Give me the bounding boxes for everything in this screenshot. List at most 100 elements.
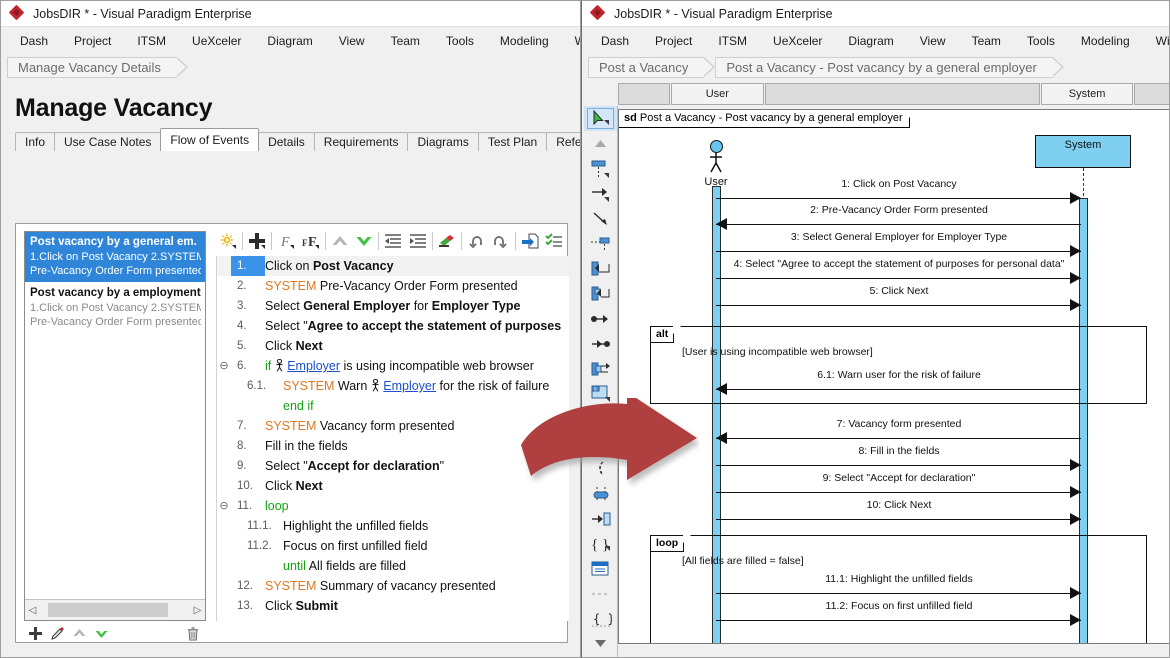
flow-row[interactable]: 3. Select General Employer for Employer T…	[217, 296, 569, 316]
column-header-middle[interactable]	[764, 83, 1041, 105]
flow-row[interactable]: ⊖ 6. if Employer is using incompatible web…	[217, 356, 569, 376]
menu-uexceler[interactable]: UeXceler	[760, 27, 835, 55]
message-line[interactable]	[716, 620, 1081, 621]
collapse-toggle-icon[interactable]: ⊖	[217, 496, 231, 516]
tab-requirements[interactable]: Requirements	[313, 132, 409, 151]
menu-view[interactable]: View	[326, 27, 378, 55]
flow-row[interactable]: 6.1. SYSTEM Warn Employer for the risk of…	[217, 376, 569, 396]
menu-dash[interactable]: Dash	[7, 27, 61, 55]
gate-icon[interactable]	[584, 506, 617, 531]
create-message-icon[interactable]	[584, 231, 617, 256]
move-down-icon[interactable]	[352, 229, 376, 253]
menu-itsm[interactable]: ITSM	[124, 27, 179, 55]
tab-references[interactable]: References	[546, 132, 580, 151]
flow-row[interactable]: 13. Click Submit	[217, 596, 569, 616]
found-message-icon[interactable]	[584, 256, 617, 281]
move-down-icon[interactable]	[90, 624, 112, 642]
frame-icon[interactable]: s	[584, 381, 617, 406]
list-item[interactable]: Post vacancy by a employment ager 1.Clic…	[25, 283, 205, 334]
checklist-icon[interactable]	[542, 229, 566, 253]
message-icon[interactable]	[584, 181, 617, 206]
flow-row[interactable]: 10. Click Next	[217, 476, 569, 496]
flow-row[interactable]: until All fields are filled	[217, 556, 569, 576]
message-line[interactable]	[716, 251, 1081, 252]
tab-diagrams[interactable]: Diagrams	[407, 132, 479, 151]
message-line[interactable]	[716, 465, 1081, 466]
actor-link[interactable]: Employer	[383, 379, 436, 393]
menu-modeling[interactable]: Modeling	[487, 27, 562, 55]
delete-icon[interactable]	[182, 624, 204, 642]
italic-icon[interactable]: F	[274, 229, 298, 253]
flow-row[interactable]: 11.2. Focus on first unfilled field	[217, 536, 569, 556]
highlight-icon[interactable]	[435, 229, 459, 253]
recursive-message-icon[interactable]	[584, 356, 617, 381]
font-size-icon[interactable]: FF	[299, 229, 323, 253]
redo-icon[interactable]	[488, 229, 512, 253]
outdent-icon[interactable]	[381, 229, 405, 253]
column-header-blank-left[interactable]	[618, 83, 670, 105]
insert-sub-icon[interactable]	[517, 229, 541, 253]
flow-row[interactable]: 9. Select "Accept for declaration"	[217, 456, 569, 476]
menu-tools[interactable]: Tools	[433, 27, 487, 55]
column-header-blank-right[interactable]	[1134, 83, 1169, 105]
flow-row[interactable]: 1. Click on Post Vacancy	[217, 256, 569, 276]
move-up-icon[interactable]	[68, 624, 90, 642]
flow-row[interactable]: end if	[217, 396, 569, 416]
column-header-user[interactable]: User	[670, 83, 764, 105]
menu-view[interactable]: View	[907, 27, 959, 55]
lifeline-system[interactable]: System	[1035, 135, 1131, 168]
breadcrumb-manage-vacancy-details[interactable]: Manage Vacancy Details	[7, 56, 188, 78]
menu-tools[interactable]: Tools	[1014, 27, 1068, 55]
message-line[interactable]	[716, 438, 1081, 439]
message-line[interactable]	[716, 198, 1081, 199]
menu-modeling[interactable]: Modeling	[1068, 27, 1143, 55]
flow-row[interactable]: 7. SYSTEM Vacancy form presented	[217, 416, 569, 436]
note-icon[interactable]	[584, 556, 617, 581]
sparkle-icon[interactable]	[216, 229, 240, 253]
flow-row[interactable]: 4. Select "Agree to accept the statement …	[217, 316, 569, 336]
indent-icon[interactable]	[406, 229, 430, 253]
menu-window[interactable]: Wind	[1143, 27, 1169, 55]
actor-link[interactable]: Employer	[287, 359, 340, 373]
anchor-icon[interactable]: { }	[584, 606, 617, 631]
message-line[interactable]	[716, 389, 1081, 390]
state-invariant-icon[interactable]	[584, 481, 617, 506]
menu-dash[interactable]: Dash	[588, 27, 642, 55]
menu-project[interactable]: Project	[61, 27, 124, 55]
menu-diagram[interactable]: Diagram	[254, 27, 325, 55]
undo-icon[interactable]	[464, 229, 488, 253]
breadcrumb-post-vacancy-general-employer[interactable]: Post a Vacancy - Post vacancy by a gener…	[715, 56, 1065, 78]
tab-flow-of-events[interactable]: Flow of Events	[160, 128, 260, 151]
hscroll-track[interactable]	[40, 601, 190, 619]
lost-message-icon[interactable]	[584, 281, 617, 306]
message-line[interactable]	[716, 593, 1081, 594]
scenario-list[interactable]: Post vacancy by a general em. 1.Click on…	[24, 231, 206, 621]
call-message-icon[interactable]	[584, 306, 617, 331]
menu-team[interactable]: Team	[959, 27, 1014, 55]
add-icon[interactable]	[24, 624, 46, 642]
menu-team[interactable]: Team	[378, 27, 433, 55]
constraint-icon[interactable]: { }	[584, 531, 617, 556]
flow-row[interactable]: ⊖ 11. loop	[217, 496, 569, 516]
scroll-up-icon[interactable]	[584, 131, 617, 156]
breadcrumb-post-a-vacancy[interactable]: Post a Vacancy	[588, 56, 716, 78]
collapse-toggle-icon[interactable]: ⊖	[217, 356, 231, 376]
message-line[interactable]	[716, 278, 1081, 279]
list-item[interactable]: Post vacancy by a general em. 1.Click on…	[25, 232, 205, 283]
pen-icon[interactable]	[46, 624, 68, 642]
scenario-list-hscrollbar[interactable]: ◁ ▷	[25, 599, 205, 620]
flow-row[interactable]: 5. Click Next	[217, 336, 569, 356]
scroll-down-icon[interactable]	[584, 631, 617, 656]
message-line[interactable]	[716, 224, 1081, 225]
return-message-icon[interactable]	[584, 331, 617, 356]
scroll-left-icon[interactable]: ◁	[25, 601, 40, 619]
message-line[interactable]	[716, 492, 1081, 493]
menu-project[interactable]: Project	[642, 27, 705, 55]
tab-info[interactable]: Info	[15, 132, 56, 151]
pointer-tool-icon[interactable]	[584, 106, 617, 131]
message-line[interactable]	[716, 305, 1081, 306]
lifeline-icon[interactable]	[584, 156, 617, 181]
menu-diagram[interactable]: Diagram	[835, 27, 906, 55]
menu-window[interactable]: Wi	[562, 27, 580, 55]
add-icon[interactable]	[245, 229, 269, 253]
